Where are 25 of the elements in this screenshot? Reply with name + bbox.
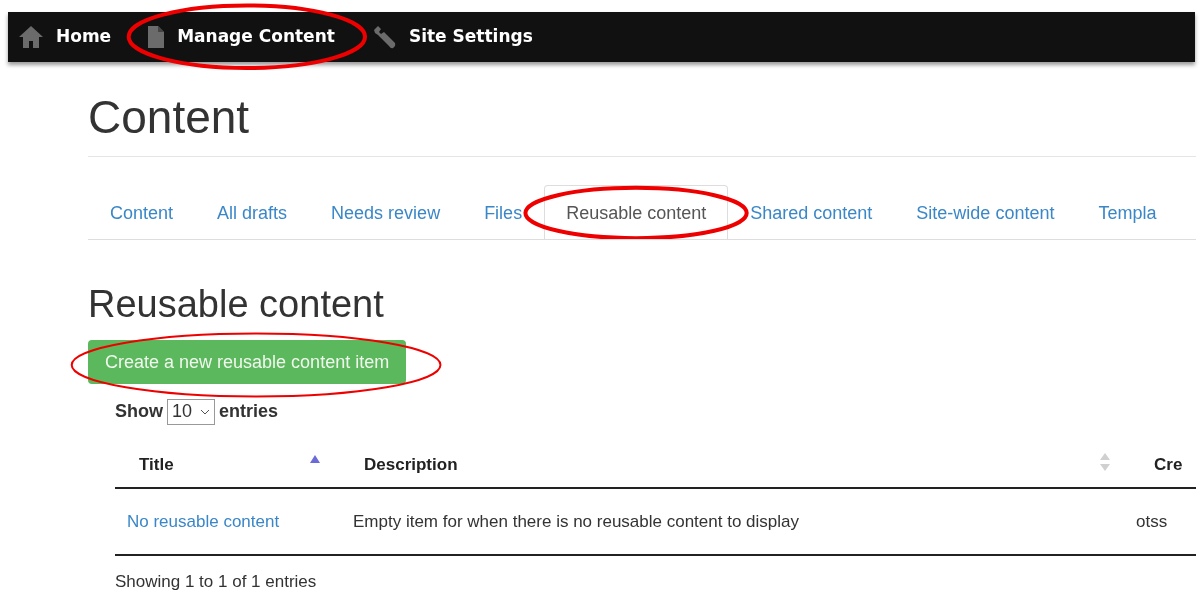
column-header[interactable]: Description xyxy=(340,443,1130,487)
tab[interactable]: Templa xyxy=(1076,185,1179,239)
title-link[interactable]: No reusable content xyxy=(115,508,340,535)
nav-link[interactable]: Home xyxy=(18,24,112,50)
table-info: Showing 1 to 1 of 1 entries xyxy=(115,573,318,590)
table-cell-text: otss xyxy=(1135,510,1168,533)
tab[interactable]: Files xyxy=(462,185,545,239)
create-button[interactable]: Create a new reusable content item xyxy=(88,340,407,384)
tab[interactable]: Site-wide content xyxy=(894,185,1077,239)
document-icon xyxy=(147,25,166,49)
tab[interactable]: Needs review xyxy=(309,185,463,239)
page-title: Content xyxy=(88,94,1196,157)
tab[interactable]: All drafts xyxy=(195,185,310,239)
entries-label: entries xyxy=(219,400,279,423)
chevron-down-icon xyxy=(200,408,211,415)
home-icon xyxy=(18,25,44,49)
nav-link[interactable]: Site Settings xyxy=(370,24,533,50)
tab[interactable]: Shared content xyxy=(728,185,895,239)
table-cell-text: Empty item for when there is no reusable content to display xyxy=(352,510,800,533)
section-title: Reusable content xyxy=(88,285,385,323)
column-header[interactable]: Title xyxy=(115,443,340,487)
tab[interactable]: Content xyxy=(88,185,196,239)
column-header[interactable]: Cre xyxy=(1130,443,1183,487)
show-label: Show xyxy=(115,400,163,423)
entries-select[interactable]: 10 xyxy=(167,398,216,425)
